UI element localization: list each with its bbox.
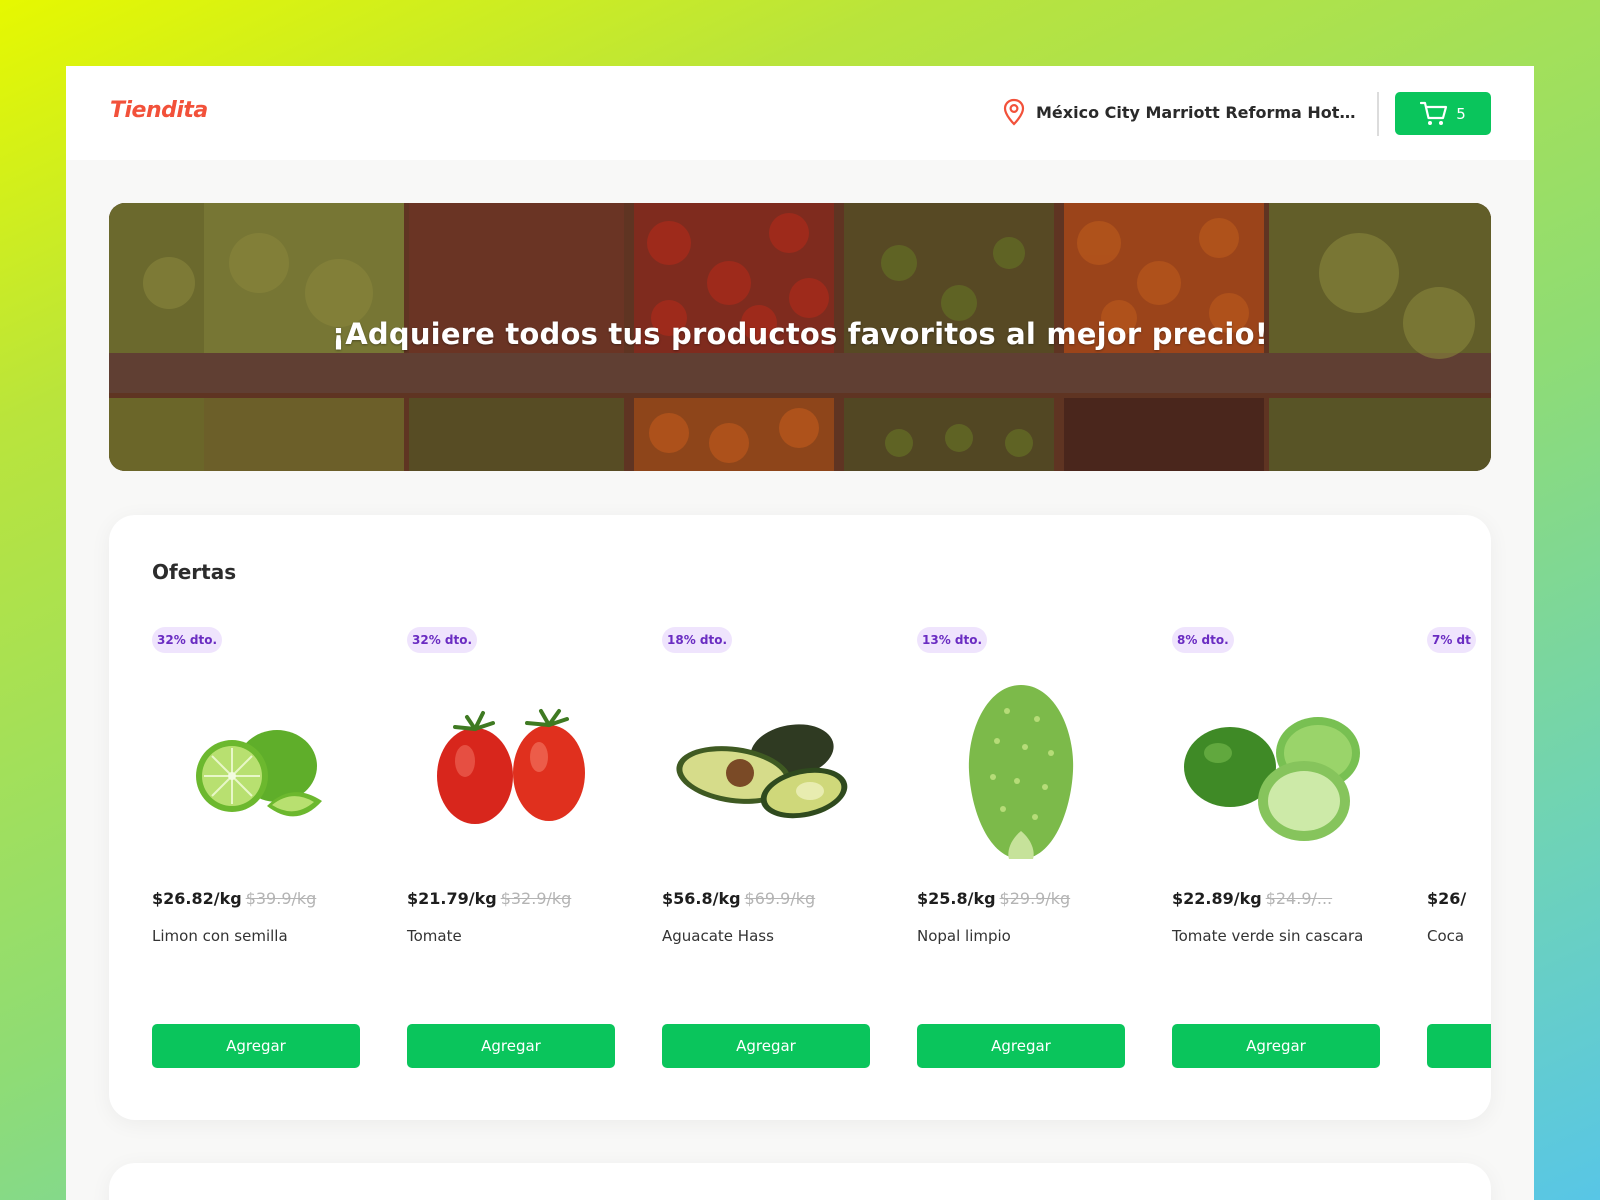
price-row: $26.82/kg $39.9/kg <box>152 889 362 908</box>
product-card[interactable]: 32% dto. $26.82/kg $39.9/kg Limon con se… <box>152 515 362 1120</box>
tomatillo-icon <box>1184 717 1360 841</box>
location-pin-icon <box>1003 98 1025 126</box>
original-price: $39.9/kg <box>245 889 317 908</box>
current-price: $26/ <box>1427 889 1467 908</box>
product-image <box>407 681 615 859</box>
add-to-cart-button[interactable]: Agregar <box>407 1024 615 1068</box>
product-image <box>917 681 1125 859</box>
original-price: $32.9/kg <box>500 889 572 908</box>
discount-badge: 13% dto. <box>917 627 988 653</box>
discount-badge: 32% dto. <box>407 627 478 653</box>
next-section-card <box>109 1163 1491 1200</box>
product-card[interactable]: 8% dto. $22.89/kg $24.9/... Tomate verde … <box>1172 515 1382 1120</box>
current-price: $56.8/kg <box>662 889 741 908</box>
location-label: México City Marriott Reforma Hotel... <box>1036 102 1366 122</box>
original-price: $24.9/... <box>1265 889 1333 908</box>
product-card[interactable]: 7% dt $26/ Coca Agregar <box>1427 515 1491 1120</box>
product-name: Tomate <box>407 927 462 945</box>
tomato-icon <box>437 709 585 824</box>
price-row: $22.89/kg $24.9/... <box>1172 889 1382 908</box>
original-price: $69.9/kg <box>744 889 816 908</box>
product-image <box>152 681 360 859</box>
add-to-cart-button[interactable]: Agregar <box>1172 1024 1380 1068</box>
discount-badge: 18% dto. <box>662 627 733 653</box>
add-to-cart-button[interactable]: Agregar <box>662 1024 870 1068</box>
avocado-icon <box>676 724 848 819</box>
original-price: $29.9/kg <box>999 889 1071 908</box>
product-name: Coca <box>1427 927 1465 945</box>
nopal-icon <box>968 685 1074 859</box>
hero-title: ¡Adquiere todos tus productos favoritos … <box>331 317 1269 351</box>
add-to-cart-button[interactable]: Agregar <box>152 1024 360 1068</box>
product-image <box>1172 681 1380 859</box>
app-window: Tiendita México City Marriott Reforma Ho… <box>66 66 1534 1200</box>
current-price: $26.82/kg <box>152 889 242 908</box>
hero-banner: ¡Adquiere todos tus productos favoritos … <box>109 203 1491 471</box>
price-row: $21.79/kg $32.9/kg <box>407 889 617 908</box>
discount-badge: 8% dto. <box>1172 627 1234 653</box>
current-price: $22.89/kg <box>1172 889 1262 908</box>
price-row: $26/ <box>1427 889 1491 908</box>
price-row: $56.8/kg $69.9/kg <box>662 889 872 908</box>
current-price: $25.8/kg <box>917 889 996 908</box>
header-divider <box>1377 92 1379 136</box>
top-bar: Tiendita México City Marriott Reforma Ho… <box>66 66 1534 160</box>
product-image <box>662 681 870 859</box>
product-card[interactable]: 18% dto. $56.8/kg $69.9/kg Aguacate Hass… <box>662 515 872 1120</box>
shopping-cart-icon <box>1420 101 1448 125</box>
offers-section: Ofertas 32% dto. $26.82/kg $39.9/kg Limo… <box>109 515 1491 1120</box>
cart-button[interactable]: 5 <box>1395 92 1491 135</box>
discount-badge: 32% dto. <box>152 627 223 653</box>
discount-badge: 7% dt <box>1427 627 1476 653</box>
add-to-cart-button[interactable]: Agregar <box>917 1024 1125 1068</box>
add-to-cart-button[interactable]: Agregar <box>1427 1024 1491 1068</box>
product-name: Aguacate Hass <box>662 927 774 945</box>
price-row: $25.8/kg $29.9/kg <box>917 889 1127 908</box>
location-selector[interactable]: México City Marriott Reforma Hotel... <box>1002 98 1366 126</box>
current-price: $21.79/kg <box>407 889 497 908</box>
product-name: Nopal limpio <box>917 927 1011 945</box>
lime-icon <box>196 730 322 817</box>
brand-logo[interactable]: Tiendita <box>110 98 208 123</box>
offers-carousel: 32% dto. $26.82/kg $39.9/kg Limon con se… <box>152 515 1491 1120</box>
product-name: Limon con semilla <box>152 927 288 945</box>
cart-count: 5 <box>1456 104 1466 123</box>
product-card[interactable]: 13% dto. $25.8/kg $29.9/kg Nopal limpio … <box>917 515 1127 1120</box>
product-card[interactable]: 32% dto. $21.79/kg $32.9/kg Tomate Agreg… <box>407 515 617 1120</box>
product-name: Tomate verde sin cascara <box>1172 927 1364 945</box>
